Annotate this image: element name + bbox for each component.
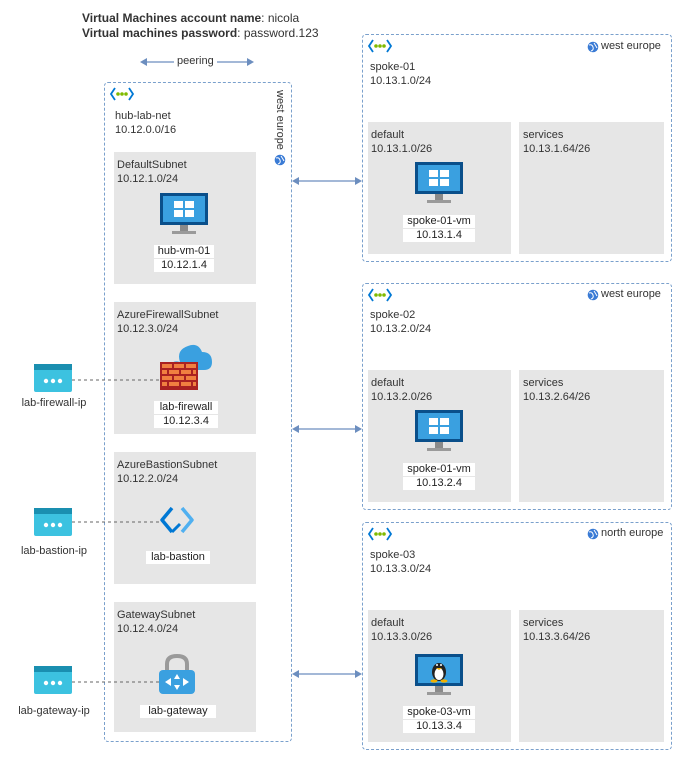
peering-arrow-spoke-02 xyxy=(292,425,362,433)
vm-ip: 10.13.3.4 xyxy=(403,720,475,733)
vm-name: spoke-01-vm xyxy=(403,215,475,228)
vm-ip: 10.13.2.4 xyxy=(403,477,475,490)
firewall-icon xyxy=(160,344,212,390)
subnet-cidr: 10.13.2.0/26 xyxy=(371,391,433,403)
vm-ip: 10.13.1.4 xyxy=(403,229,475,242)
gateway-ip-link xyxy=(72,681,160,683)
spoke-region: north europe xyxy=(601,527,664,539)
peering-arrow-spoke-03 xyxy=(292,670,362,678)
credentials-name-line: Virtual Machines account name: nicola xyxy=(82,12,299,25)
subnet-cidr: 10.13.3.0/26 xyxy=(371,631,433,643)
spoke-cidr: 10.13.3.0/24 xyxy=(370,563,432,575)
subnet-name: default xyxy=(371,129,405,141)
subnet-name: services xyxy=(523,129,564,141)
public-ip-icon xyxy=(34,508,72,536)
public-ip-label: lab-firewall-ip xyxy=(21,397,87,409)
subnet-name: AzureBastionSubnet xyxy=(117,459,218,471)
spoke-cidr: 10.13.2.0/24 xyxy=(370,323,432,335)
vnet-icon xyxy=(367,288,393,302)
subnet-cidr: 10.13.3.64/26 xyxy=(523,631,591,643)
subnet-cidr: 10.13.1.64/26 xyxy=(523,143,591,155)
public-ip-label: lab-bastion-ip xyxy=(20,545,88,557)
spoke-region: west europe xyxy=(601,288,661,300)
firewall-ip-link xyxy=(72,379,160,381)
credentials-password-line: Virtual machines password: password.123 xyxy=(82,27,319,40)
vm-name: spoke-03-vm xyxy=(403,706,475,719)
subnet-cidr: 10.12.4.0/24 xyxy=(117,623,179,635)
credentials-password-label: Virtual machines password xyxy=(82,26,238,40)
bastion-ip-link xyxy=(72,521,160,523)
subnet-name: services xyxy=(523,377,564,389)
hub-vnet-cidr: 10.12.0.0/16 xyxy=(115,124,177,136)
public-ip-icon xyxy=(34,666,72,694)
firewall-name: lab-firewall xyxy=(154,401,218,414)
spoke-name: spoke-03 xyxy=(370,549,416,561)
spoke-region: west europe xyxy=(601,40,661,52)
subnet-name: default xyxy=(371,617,405,629)
spoke-name: spoke-01 xyxy=(370,61,416,73)
subnet-cidr: 10.13.2.64/26 xyxy=(523,391,591,403)
credentials-name-value: : nicola xyxy=(261,11,300,25)
peering-label: peering xyxy=(174,55,217,68)
subnet-cidr: 10.13.1.0/26 xyxy=(371,143,433,155)
hub-vnet-name: hub-lab-net xyxy=(115,110,171,122)
vnet-icon xyxy=(367,527,393,541)
windows-vm-icon xyxy=(160,193,208,234)
vm-name: hub-vm-01 xyxy=(154,245,214,258)
bastion-name: lab-bastion xyxy=(146,551,210,564)
credentials-password-value: : password.123 xyxy=(237,26,319,40)
vnet-icon xyxy=(109,87,135,101)
bastion-icon xyxy=(160,506,194,534)
globe-icon xyxy=(587,289,599,301)
firewall-ip: 10.12.3.4 xyxy=(154,415,218,428)
credentials-name-label: Virtual Machines account name xyxy=(82,11,262,25)
linux-vm-icon xyxy=(415,654,463,695)
spoke-cidr: 10.13.1.0/24 xyxy=(370,75,432,87)
subnet-name: GatewaySubnet xyxy=(117,609,196,621)
windows-vm-icon xyxy=(415,410,463,451)
vm-ip: 10.12.1.4 xyxy=(154,259,214,272)
vnet-icon xyxy=(367,39,393,53)
vm-name: spoke-01-vm xyxy=(403,463,475,476)
globe-icon xyxy=(587,528,599,540)
subnet-cidr: 10.12.3.0/24 xyxy=(117,323,179,335)
public-ip-label: lab-gateway-ip xyxy=(18,705,90,717)
subnet-name: DefaultSubnet xyxy=(117,159,187,171)
public-ip-icon xyxy=(34,364,72,392)
peering-arrow-spoke-01 xyxy=(292,177,362,185)
subnet-cidr: 10.12.2.0/24 xyxy=(117,473,179,485)
subnet-name: default xyxy=(371,377,405,389)
subnet-name: services xyxy=(523,617,564,629)
globe-icon xyxy=(274,154,286,166)
globe-icon xyxy=(587,41,599,53)
gateway-icon xyxy=(159,653,195,694)
subnet-cidr: 10.12.1.0/24 xyxy=(117,173,179,185)
windows-vm-icon xyxy=(415,162,463,203)
hub-region-label: west europe xyxy=(274,90,286,150)
subnet-name: AzureFirewallSubnet xyxy=(117,309,219,321)
spoke-name: spoke-02 xyxy=(370,309,416,321)
gateway-name: lab-gateway xyxy=(140,705,216,718)
